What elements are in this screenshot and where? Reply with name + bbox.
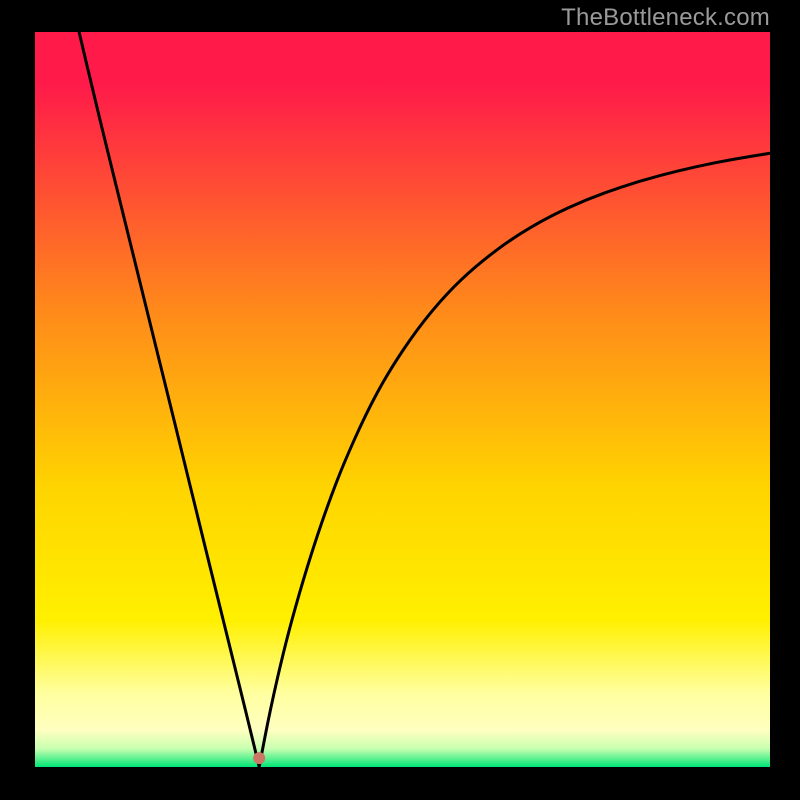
chart-frame: TheBottleneck.com xyxy=(0,0,800,800)
gradient-rect xyxy=(35,32,770,767)
watermark-text: TheBottleneck.com xyxy=(561,4,770,32)
plot-area xyxy=(35,32,770,767)
vertex-marker xyxy=(253,752,265,764)
chart-svg xyxy=(35,32,770,767)
